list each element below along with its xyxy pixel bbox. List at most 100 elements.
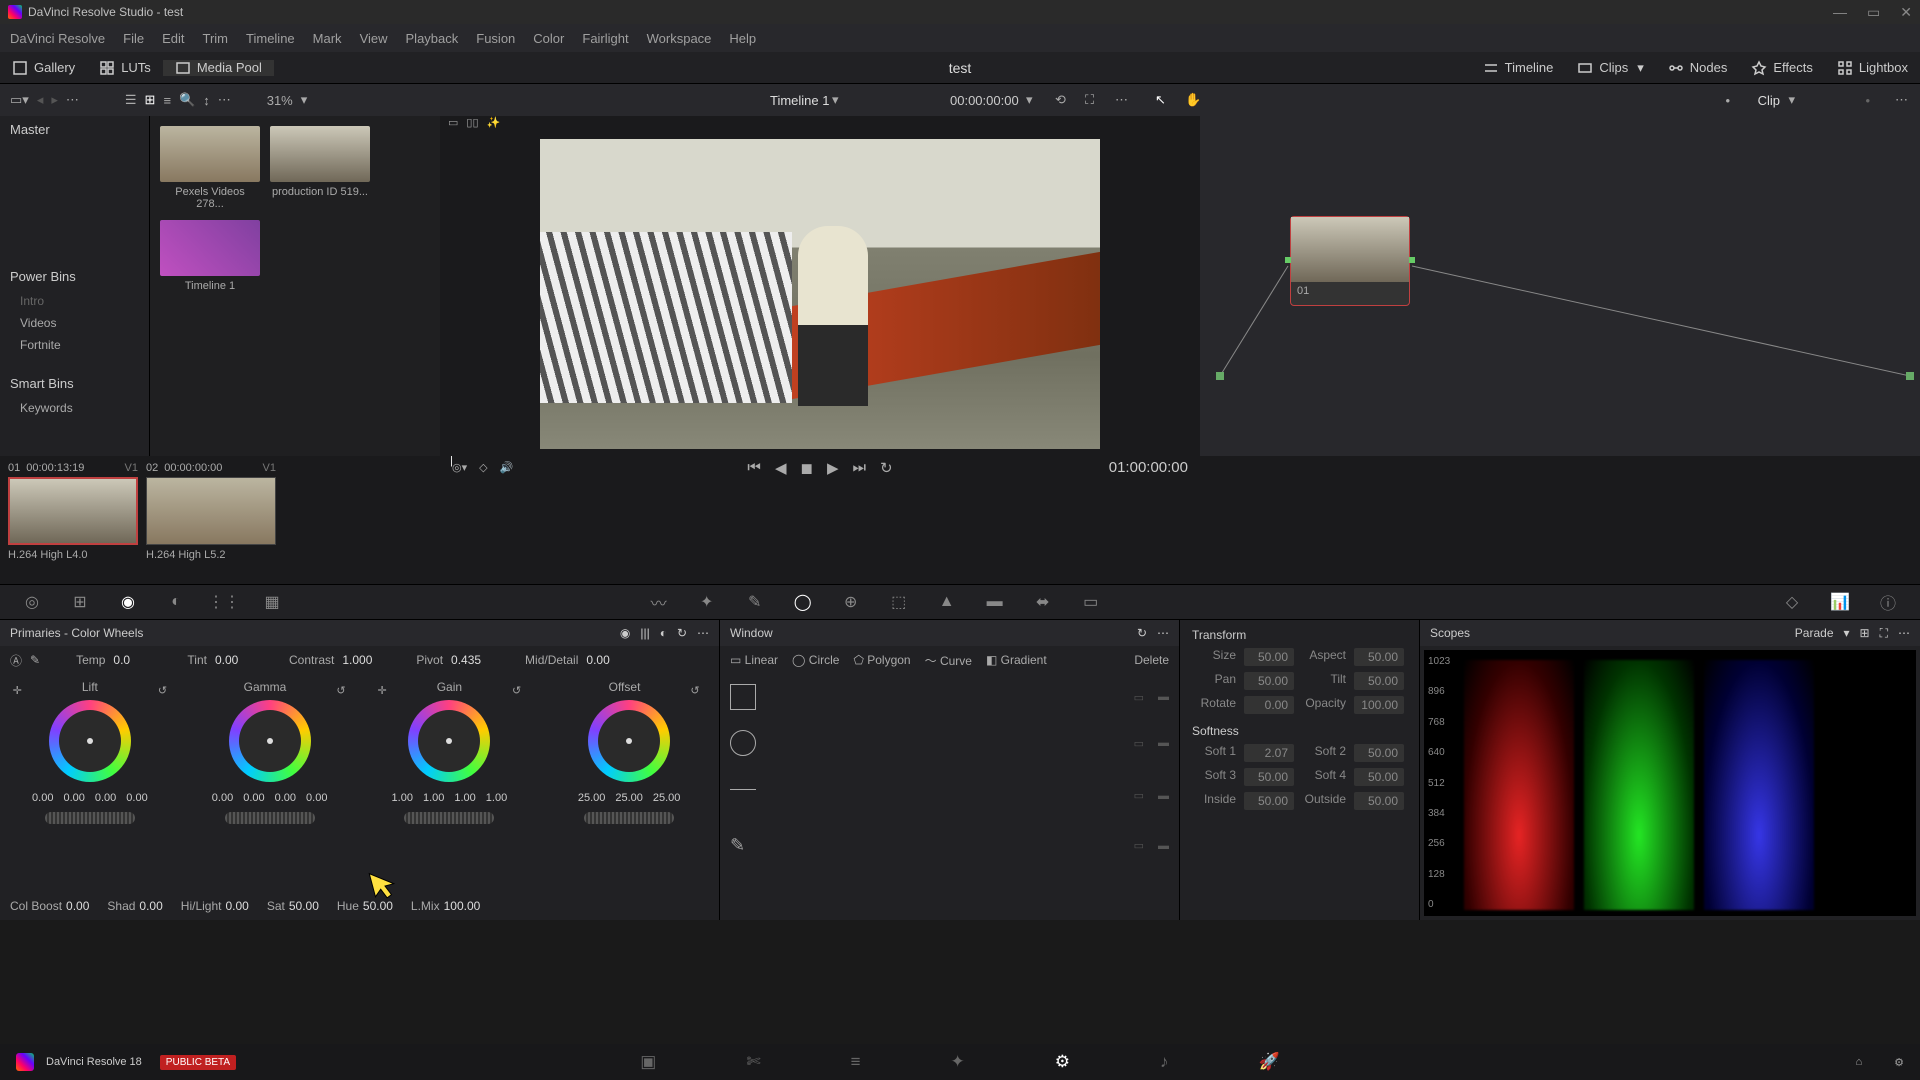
linear-shape-icon[interactable] <box>730 684 756 710</box>
menu-timeline[interactable]: Timeline <box>246 31 295 46</box>
soft2-input[interactable]: 50.00 <box>1354 744 1404 762</box>
luts-button[interactable]: LUTs <box>87 60 163 76</box>
magic-mask-icon[interactable]: ⬚ <box>887 590 911 614</box>
viewer-image[interactable] <box>440 129 1200 459</box>
qualifier-icon[interactable]: ✎ <box>743 590 767 614</box>
scope-menu-icon[interactable]: ⋯ <box>1898 626 1910 641</box>
soft3-input[interactable]: 50.00 <box>1244 768 1294 786</box>
line-shape-icon[interactable] <box>730 789 756 815</box>
bars-mode-icon[interactable]: ||| <box>640 626 649 640</box>
last-frame-button[interactable]: ⏭ <box>852 459 866 477</box>
zoom-level[interactable]: 31% <box>267 93 293 108</box>
timeline-clip[interactable]: 0100:00:13:19V1 H.264 High L4.0 <box>8 462 138 578</box>
contrast-value[interactable]: 1.000 <box>342 653 380 667</box>
lightbox-button[interactable]: Lightbox <box>1825 60 1920 76</box>
lmix-value[interactable]: 100.00 <box>444 899 481 913</box>
mask-on-icon[interactable]: ▭ <box>1134 691 1144 704</box>
lift-reset-icon[interactable]: ↺ <box>158 684 167 697</box>
first-frame-button[interactable]: ⏮ <box>747 459 761 477</box>
bin-intro[interactable]: Intro <box>0 290 149 312</box>
node-input-icon[interactable] <box>1285 257 1291 263</box>
pivot-value[interactable]: 0.435 <box>451 653 489 667</box>
size-input[interactable]: 50.00 <box>1244 648 1294 666</box>
window-icon[interactable]: ◯ <box>791 590 815 614</box>
sizing-icon[interactable]: ⬌ <box>1031 590 1055 614</box>
linear-tool[interactable]: ▭ Linear <box>730 653 778 667</box>
offset-reset-icon[interactable]: ↺ <box>690 684 699 697</box>
gain-picker-icon[interactable]: ✛ <box>377 684 386 697</box>
scope-layout-icon[interactable]: ⊞ <box>1860 626 1870 641</box>
soft4-input[interactable]: 50.00 <box>1354 768 1404 786</box>
panel-menu-icon[interactable]: ⋯ <box>697 626 709 640</box>
timeline-button[interactable]: Timeline <box>1471 60 1566 76</box>
polygon-tool[interactable]: ⬠ Polygon <box>853 653 910 667</box>
gain-wheel[interactable] <box>408 700 490 782</box>
curve-tool[interactable]: 〜 Curve <box>925 652 972 669</box>
middetail-value[interactable]: 0.00 <box>586 653 624 667</box>
corrector-node[interactable]: 01 <box>1290 216 1410 306</box>
info-icon[interactable]: ⓘ <box>1876 590 1900 614</box>
gamma-reset-icon[interactable]: ↺ <box>336 684 345 697</box>
camera-raw-icon[interactable]: ◎ <box>20 590 44 614</box>
delete-button[interactable]: Delete <box>1134 653 1169 667</box>
view-dropdown-icon[interactable]: ▭▾ <box>10 92 29 108</box>
more-icon[interactable]: ⋯ <box>218 92 231 108</box>
warper-icon[interactable]: ✦ <box>695 590 719 614</box>
auto-balance-icon[interactable]: Ⓐ <box>10 652 22 669</box>
gain-jog[interactable] <box>404 812 494 824</box>
clip-dropdown[interactable]: Clip <box>1758 93 1780 108</box>
menu-fusion[interactable]: Fusion <box>476 31 515 46</box>
reset-icon[interactable]: ↻ <box>677 626 687 640</box>
stop-button[interactable]: ◼ <box>800 459 812 477</box>
menu-mark[interactable]: Mark <box>313 31 342 46</box>
fusion-page-icon[interactable]: ✦ <box>951 1052 965 1072</box>
bin-videos[interactable]: Videos <box>0 312 149 334</box>
clip-thumb[interactable]: production ID 519... <box>270 126 370 210</box>
expand-icon[interactable]: ⛶ <box>1085 92 1094 108</box>
bypass-icon[interactable]: ⟲ <box>1055 92 1066 108</box>
pen-shape-icon[interactable]: ✎ <box>730 835 745 856</box>
media-page-icon[interactable]: ▣ <box>640 1052 656 1072</box>
nav-next-icon[interactable]: ▸ <box>51 92 58 108</box>
details-icon[interactable]: ≡ <box>163 93 171 108</box>
zoom-chevron-icon[interactable]: ▾ <box>301 92 308 108</box>
search-icon[interactable]: 🔍 <box>179 92 195 108</box>
menu-color[interactable]: Color <box>533 31 564 46</box>
gain-reset-icon[interactable]: ↺ <box>512 684 521 697</box>
deliver-page-icon[interactable]: 🚀 <box>1259 1052 1280 1072</box>
rotate-input[interactable]: 0.00 <box>1244 696 1294 714</box>
menu-view[interactable]: View <box>360 31 388 46</box>
edit-page-icon[interactable]: ≡ <box>851 1052 861 1072</box>
maximize-button[interactable]: ▭ <box>1867 4 1880 21</box>
effects-button[interactable]: Effects <box>1739 60 1825 76</box>
color-page-icon[interactable]: ⚙ <box>1055 1052 1070 1072</box>
window-reset-icon[interactable]: ↻ <box>1137 626 1147 640</box>
circle-shape-icon[interactable] <box>730 730 756 756</box>
master-bin[interactable]: Master <box>0 116 149 143</box>
aspect-input[interactable]: 50.00 <box>1354 648 1404 666</box>
viewer-split-icon[interactable]: ▯▯ <box>466 116 478 129</box>
inside-input[interactable]: 50.00 <box>1244 792 1294 810</box>
color-checker-icon[interactable]: ⊞ <box>68 590 92 614</box>
viewer-wand-icon[interactable]: ✨ <box>487 116 501 129</box>
play-button[interactable]: ▶ <box>827 459 839 477</box>
lift-wheel[interactable] <box>49 700 131 782</box>
outside-input[interactable]: 50.00 <box>1354 792 1404 810</box>
shad-value[interactable]: 0.00 <box>139 899 162 913</box>
highlight-icon[interactable]: ◇ <box>479 461 487 474</box>
menu-file[interactable]: File <box>123 31 144 46</box>
scope-mode[interactable]: Parade <box>1795 626 1834 641</box>
window-menu-icon[interactable]: ⋯ <box>1157 626 1169 640</box>
timeline-name[interactable]: Timeline 1 <box>770 93 829 108</box>
clips-button[interactable]: Clips▾ <box>1565 60 1655 76</box>
scope-expand-icon[interactable]: ⛶ <box>1880 626 1888 641</box>
wheel-mode-icon[interactable]: ◉ <box>620 626 630 640</box>
colboost-value[interactable]: 0.00 <box>66 899 89 913</box>
pan-input[interactable]: 50.00 <box>1244 672 1294 690</box>
fairlight-page-icon[interactable]: ♪ <box>1160 1052 1169 1072</box>
mute-icon[interactable]: 🔊 <box>500 461 514 474</box>
rgb-mixer-icon[interactable]: ⋮⋮ <box>212 590 236 614</box>
lift-picker-icon[interactable]: ✛ <box>13 684 22 697</box>
bin-keywords[interactable]: Keywords <box>0 397 149 419</box>
gallery-button[interactable]: Gallery <box>0 60 87 76</box>
